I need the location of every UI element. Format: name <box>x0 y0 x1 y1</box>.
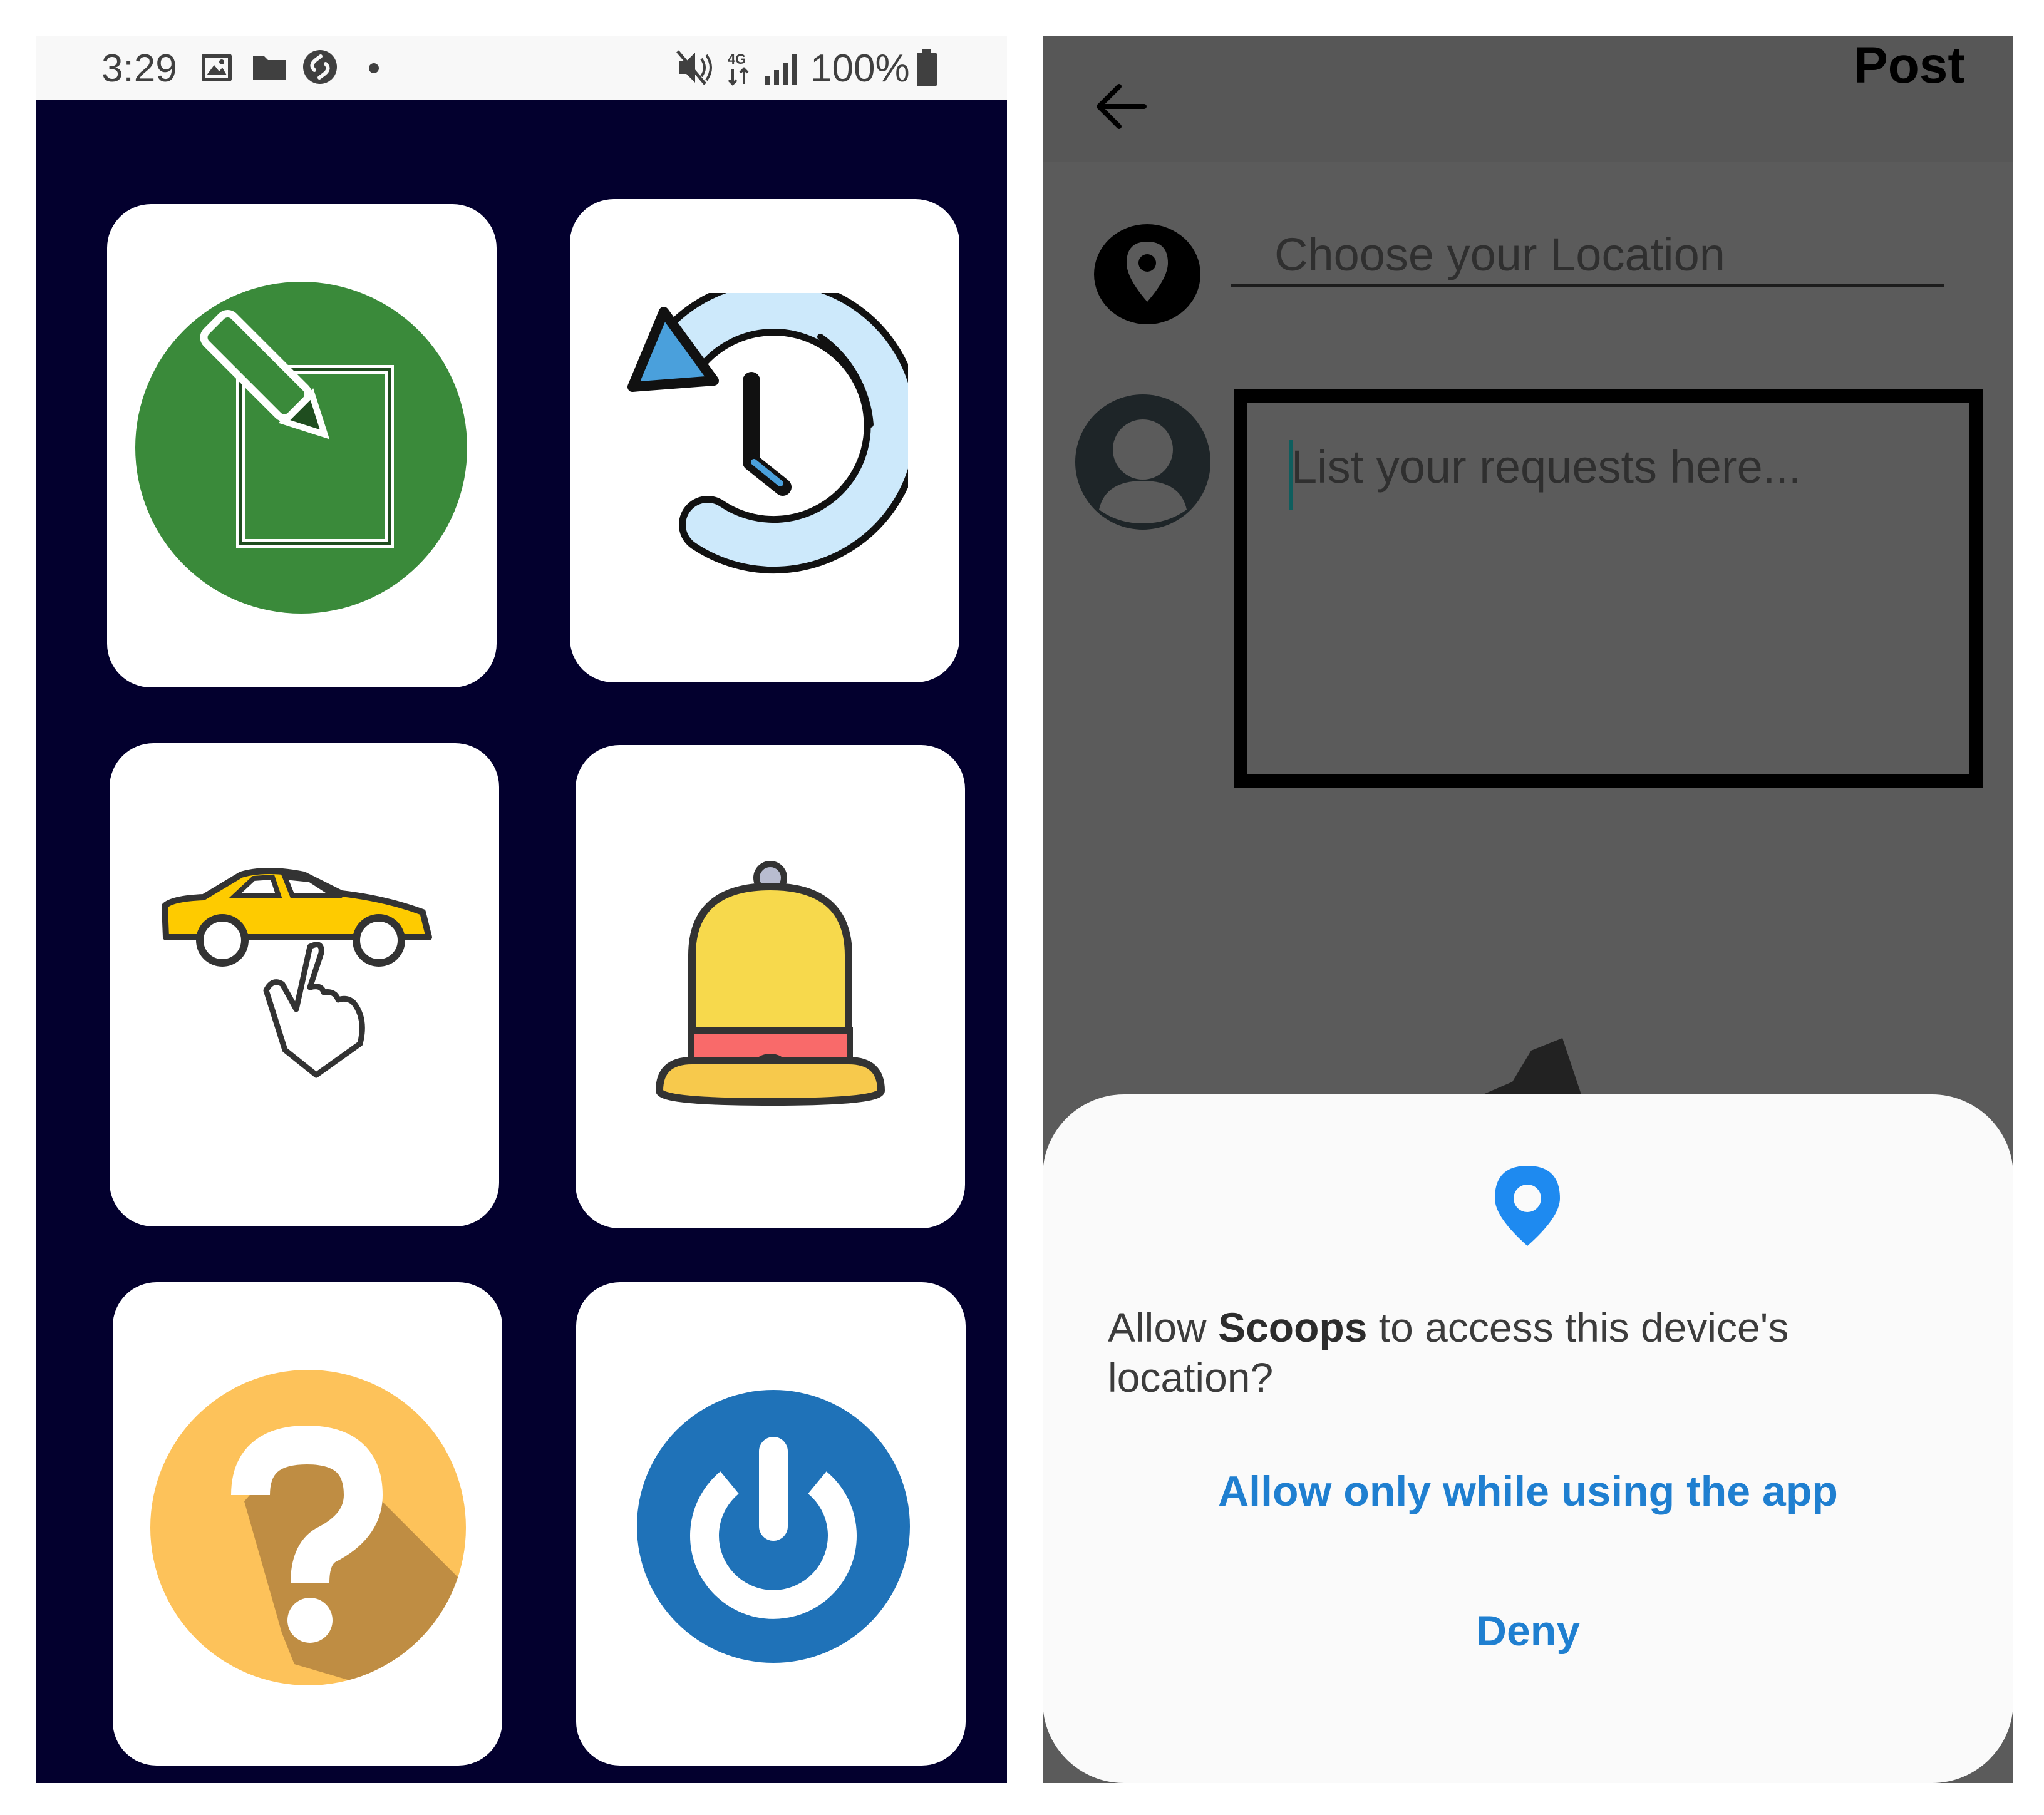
svg-text:4G: 4G <box>728 51 746 67</box>
location-permission-dialog: Allow Scoops to access this device's loc… <box>1043 1094 2013 1783</box>
bell-icon <box>655 861 885 1106</box>
post-button[interactable]: Post <box>1854 36 1965 95</box>
location-marker-icon <box>1094 224 1200 324</box>
signal-icon <box>765 54 797 85</box>
requests-textarea[interactable] <box>1234 389 1983 788</box>
tile-help[interactable] <box>113 1282 502 1766</box>
location-pin-icon <box>1495 1166 1560 1246</box>
arrow-left-icon[interactable] <box>1094 81 1148 131</box>
app-name: Scoops <box>1218 1304 1368 1350</box>
4g-icon: 4G <box>728 51 749 86</box>
text-caret <box>1289 440 1293 510</box>
history-icon <box>627 293 908 574</box>
edit-note-icon <box>135 282 467 614</box>
home-screen: 3:29 4G 100% <box>36 36 1007 1783</box>
tile-request-ride[interactable] <box>110 743 499 1226</box>
avatar <box>1075 394 1210 530</box>
tile-notifications[interactable] <box>576 745 965 1228</box>
location-input[interactable] <box>1231 224 1944 287</box>
status-bar: 3:29 4G 100% <box>36 36 1007 100</box>
status-time: 3:29 <box>101 47 177 90</box>
deny-button[interactable]: Deny <box>1043 1607 2013 1655</box>
dialog-message: Allow Scoops to access this device's loc… <box>1108 1304 1789 1401</box>
tile-new-post[interactable] <box>107 204 497 687</box>
allow-while-using-button[interactable]: Allow only while using the app <box>1043 1467 2013 1516</box>
notification-dot-icon <box>369 63 379 73</box>
help-icon <box>150 1370 466 1685</box>
post-screen: Post Allow Scoops to access this device'… <box>1043 36 2013 1783</box>
tile-logout[interactable] <box>576 1282 966 1766</box>
battery-icon <box>917 49 937 86</box>
dashboard-grid <box>36 100 1007 1783</box>
illustration-fragment <box>1468 1038 1581 1101</box>
tile-history[interactable] <box>570 199 959 682</box>
battery-percentage: 100% <box>810 47 910 90</box>
power-icon <box>637 1390 910 1663</box>
shazam-icon <box>303 50 337 84</box>
gallery-icon <box>202 54 232 81</box>
mute-icon <box>676 50 712 85</box>
ride-car-icon <box>162 868 432 1078</box>
folder-icon <box>253 56 286 80</box>
toolbar: Post <box>1043 36 2013 162</box>
